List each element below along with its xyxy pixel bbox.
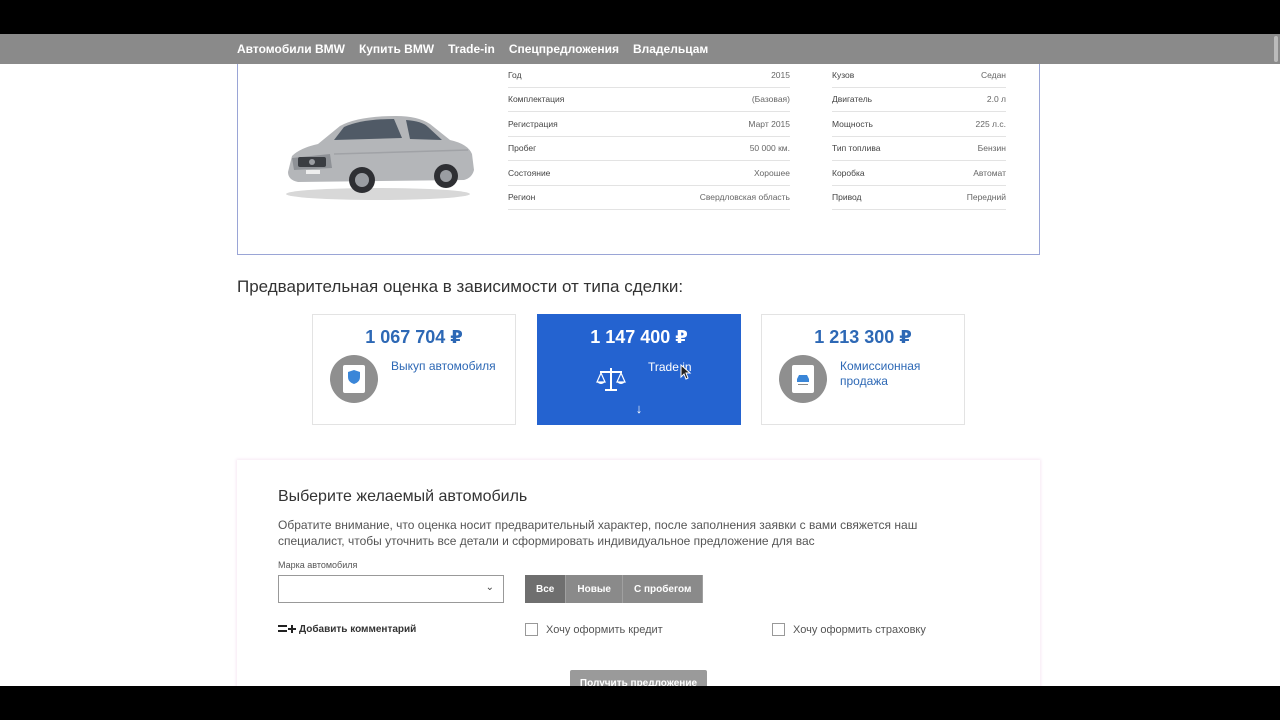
nav-item-bmw-cars[interactable]: Автомобили BMW <box>237 42 345 56</box>
deal-option-trade-in[interactable]: 1 147 400 ₽ Trade in ↓ <box>537 314 741 425</box>
scales-icon <box>596 368 626 391</box>
car-type-filter: Все Новые С пробегом <box>525 575 704 603</box>
spec-row: Привод Передний <box>832 186 1006 210</box>
spec-row: Пробег 50 000 км. <box>508 137 790 161</box>
spec-label: Регистрация <box>508 118 558 129</box>
spec-label: Двигатель <box>832 94 873 105</box>
add-comment-icon <box>278 625 296 633</box>
spec-row: Регистрация Март 2015 <box>508 112 790 137</box>
spec-row: Регион Свердловская область <box>508 186 790 210</box>
nav-item-trade-in[interactable]: Trade-in <box>448 42 495 56</box>
spec-row: Кузов Седан <box>832 63 1006 88</box>
spec-label: Тип топлива <box>832 143 881 154</box>
option-label: Выкуп автомобиля <box>391 359 496 373</box>
nav-links: Автомобили BMW Купить BMW Trade-in Спецп… <box>237 34 708 64</box>
spec-value: Седан <box>980 69 1006 80</box>
nav-item-special-offers[interactable]: Спецпредложения <box>509 42 619 56</box>
spec-label: Регион <box>508 192 536 203</box>
spec-value: Бензин <box>977 143 1006 154</box>
specs-right-column: Кузов Седан Двигатель 2.0 л Мощность 225 л.… <box>832 63 1006 210</box>
spec-value: 225 л.с. <box>975 118 1006 129</box>
add-comment-button[interactable]: Добавить комментарий <box>278 623 416 635</box>
mouse-cursor-icon <box>680 364 692 380</box>
spec-label: Коробка <box>832 167 865 178</box>
add-comment-label: Добавить комментарий <box>299 623 417 635</box>
spec-value: Хорошее <box>753 167 790 178</box>
form-description: Обратите внимание, что оценка носит пред… <box>278 518 918 548</box>
insurance-checkbox-box[interactable] <box>772 623 785 636</box>
brand-field-label: Марка автомобиля <box>278 560 358 570</box>
option-price: 1 067 704 ₽ <box>365 327 463 347</box>
spec-value: 2.0 л <box>986 94 1006 105</box>
spec-label: Кузов <box>832 69 855 80</box>
specs-left-column: Год 2015 Комплектация (Базовая) Регистраци… <box>508 63 790 210</box>
credit-checkbox-label: Хочу оформить кредит <box>546 623 663 636</box>
credit-checkbox[interactable]: Хочу оформить кредит <box>525 623 663 636</box>
insurance-checkbox-label: Хочу оформить страховку <box>793 623 926 636</box>
spec-value: (Базовая) <box>751 94 790 105</box>
spec-label: Состояние <box>508 167 551 178</box>
top-navigation: Автомобили BMW Купить BMW Trade-in Спецп… <box>0 34 1280 64</box>
nav-item-buy-bmw[interactable]: Купить BMW <box>359 42 434 56</box>
spec-label: Мощность <box>832 118 873 129</box>
spec-row: Тип топлива Бензин <box>832 137 1006 161</box>
option-price: 1 147 400 ₽ <box>590 327 688 347</box>
desired-car-form: Выберите желаемый автомобиль Обратите вн… <box>237 460 1040 686</box>
spec-row: Комплектация (Базовая) <box>508 88 790 112</box>
spec-value: 50 000 км. <box>749 143 790 154</box>
car-summary-card: Год 2015 Комплектация (Базовая) Регистраци… <box>237 54 1040 255</box>
chevron-down-icon: ⌄ <box>485 582 494 593</box>
spec-row: Год 2015 <box>508 63 790 88</box>
spec-row: Коробка Автомат <box>832 161 1006 186</box>
spec-value: Март 2015 <box>748 118 790 129</box>
credit-checkbox-box[interactable] <box>525 623 538 636</box>
filter-new-button[interactable]: Новые <box>566 575 623 603</box>
spec-value: Автомат <box>973 167 1006 178</box>
spec-value: Свердловская область <box>699 192 790 203</box>
filter-used-button[interactable]: С пробегом <box>622 575 704 603</box>
get-offer-button[interactable]: Получить предложение <box>570 670 707 686</box>
contract-car-icon <box>779 355 827 403</box>
browser-viewport: Год 2015 Комплектация (Базовая) Регистраци… <box>0 34 1280 686</box>
document-shield-icon <box>330 355 378 403</box>
insurance-checkbox[interactable]: Хочу оформить страховку <box>772 623 926 636</box>
spec-label: Комплектация <box>508 94 565 105</box>
nav-item-owners[interactable]: Владельцам <box>633 42 708 56</box>
scrollbar-thumb[interactable] <box>1274 36 1278 62</box>
spec-row: Состояние Хорошее <box>508 161 790 186</box>
spec-value: Передний <box>966 192 1006 203</box>
spec-label: Пробег <box>508 143 537 154</box>
brand-select[interactable]: ⌄ <box>278 575 504 603</box>
spec-row: Двигатель 2.0 л <box>832 88 1006 112</box>
form-title: Выберите желаемый автомобиль <box>278 488 528 505</box>
spec-row: Мощность 225 л.с. <box>832 112 1006 137</box>
option-label: Комиссионная продажа <box>840 359 921 388</box>
spec-label: Привод <box>832 192 862 203</box>
option-price: 1 213 300 ₽ <box>814 327 912 347</box>
panel-pointer <box>629 450 649 460</box>
spec-value: 2015 <box>771 69 790 80</box>
deal-option-buyout[interactable]: 1 067 704 ₽ Выкуп автомобиля <box>312 314 516 425</box>
spec-label: Год <box>508 69 522 80</box>
car-image <box>286 116 474 200</box>
arrow-down-icon: ↓ <box>635 401 643 416</box>
deal-option-commission[interactable]: 1 213 300 ₽ Комиссионная продажа <box>761 314 965 425</box>
estimate-title: Предварительная оценка в зависимости от … <box>237 277 684 296</box>
filter-all-button[interactable]: Все <box>525 575 567 603</box>
